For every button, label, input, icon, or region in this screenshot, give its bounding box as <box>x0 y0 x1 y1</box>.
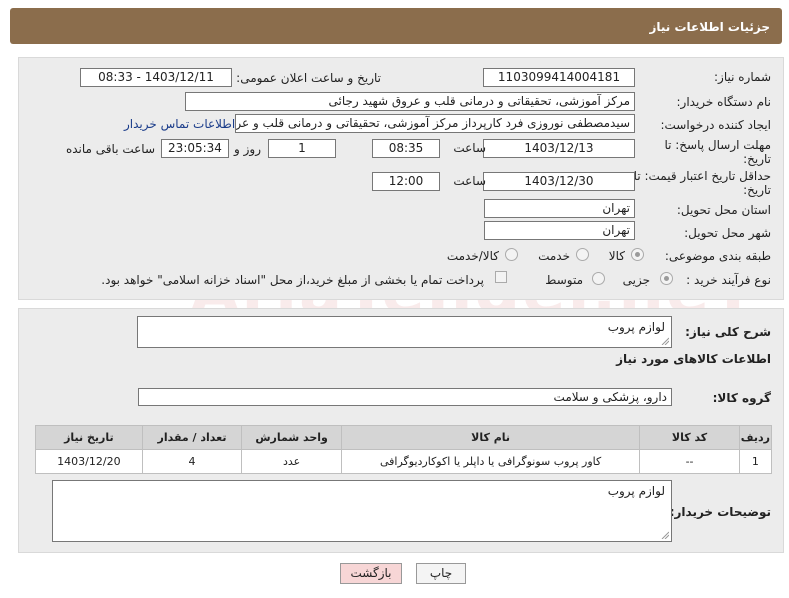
days-label: روز و <box>234 142 261 156</box>
province-label: استان محل تحویل: <box>676 203 771 217</box>
buyer-org-field: مرکز آموزشی، تحقیقاتی و درمانی قلب و عرو… <box>185 92 635 111</box>
category-service-radio[interactable] <box>576 248 589 261</box>
resize-handle-icon[interactable] <box>661 531 669 539</box>
price-date-field: 1403/12/30 <box>483 172 635 191</box>
buyer-notes-text: لوازم پروب <box>607 484 665 498</box>
announce-datetime-label: تاریخ و ساعت اعلان عمومی: <box>236 71 381 85</box>
price-validity-label: حداقل تاریخ اعتبار قیمت: تا <box>633 169 771 183</box>
process-type-label: نوع فرآیند خرید : <box>686 273 771 287</box>
category-goods-radio[interactable] <box>631 248 644 261</box>
treasury-payment-note: پرداخت تمام یا بخشی از مبلغ خرید،از محل … <box>101 273 484 287</box>
category-goods-label: کالا <box>608 249 625 263</box>
remaining-time-label: ساعت باقی مانده <box>65 142 155 156</box>
category-label: طبقه بندی موضوعی: <box>664 249 771 263</box>
price-time-field: 12:00 <box>372 172 440 191</box>
reply-time-label: ساعت <box>453 141 486 155</box>
cell-unit: عدد <box>241 449 342 474</box>
page-title-bar: جزئیات اطلاعات نیاز <box>10 8 782 44</box>
category-service-label: خدمت <box>538 249 570 263</box>
need-summary-field: لوازم پروب <box>137 316 672 348</box>
table-row: 1 -- کاور پروب سونوگرافی یا داپلر یا اکو… <box>35 449 773 474</box>
col-row-number: ردیف <box>738 425 773 450</box>
goods-group-label: گروه کالا: <box>712 391 771 405</box>
resize-handle-icon[interactable] <box>661 337 669 345</box>
need-summary-text: لوازم پروب <box>607 320 665 334</box>
goods-group-field: دارو، پزشکی و سلامت <box>138 388 672 406</box>
cell-need-date: 1403/12/20 <box>35 449 143 474</box>
col-quantity: تعداد / مقدار <box>141 425 243 450</box>
need-number-label: شماره نیاز: <box>714 70 771 84</box>
page-title: جزئیات اطلاعات نیاز <box>649 20 770 34</box>
reply-date-field: 1403/12/13 <box>483 139 635 158</box>
remaining-time-field: 23:05:34 <box>161 139 229 158</box>
cell-quantity: 4 <box>141 449 243 474</box>
reply-deadline-label: مهلت ارسال پاسخ: تا <box>664 138 771 152</box>
treasury-payment-checkbox[interactable] <box>495 271 507 283</box>
days-field: 1 <box>268 139 336 158</box>
category-goods-service-label: کالا/خدمت <box>446 249 499 263</box>
price-validity-date-word: تاریخ: <box>743 183 771 197</box>
col-unit: واحد شمارش <box>241 425 342 450</box>
items-table-header: ردیف کد کالا نام کالا واحد شمارش تعداد /… <box>35 425 773 450</box>
process-medium-label: متوسط <box>545 273 583 287</box>
back-button[interactable]: بازگشت <box>340 563 402 584</box>
buyer-contact-link[interactable]: اطلاعات تماس خریدار <box>124 117 235 131</box>
buyer-notes-field: لوازم پروب <box>52 480 672 542</box>
process-minor-radio[interactable] <box>660 272 673 285</box>
col-need-date: تاریخ نیاز <box>35 425 143 450</box>
creator-label: ایجاد کننده درخواست: <box>660 118 771 132</box>
city-label: شهر محل تحویل: <box>684 226 771 240</box>
announce-datetime-field: 1403/12/11 - 08:33 <box>80 68 232 87</box>
items-heading: اطلاعات کالاهای مورد نیاز <box>616 352 771 366</box>
creator-field: سیدمصطفی نوروزی فرد کارپرداز مرکز آموزشی… <box>235 114 635 133</box>
print-button[interactable]: چاپ <box>416 563 466 584</box>
reply-time-field: 08:35 <box>372 139 440 158</box>
need-summary-label: شرح کلی نیاز: <box>685 325 771 339</box>
cell-goods-code: -- <box>639 449 740 474</box>
category-goods-service-radio[interactable] <box>505 248 518 261</box>
col-goods-name: نام کالا <box>340 425 641 450</box>
buyer-notes-label: توضیحات خریدار: <box>669 505 771 519</box>
reply-deadline-date-word: تاریخ: <box>743 152 771 166</box>
items-table: ردیف کد کالا نام کالا واحد شمارش تعداد /… <box>35 425 773 474</box>
cell-row-number: 1 <box>738 449 773 474</box>
process-medium-radio[interactable] <box>592 272 605 285</box>
cell-goods-name: کاور پروب سونوگرافی یا داپلر یا اکوکاردی… <box>340 449 641 474</box>
price-time-label: ساعت <box>453 174 486 188</box>
need-number-field: 1103099414004181 <box>483 68 635 87</box>
process-minor-label: جزیی <box>622 273 650 287</box>
buyer-org-label: نام دستگاه خریدار: <box>676 95 772 109</box>
province-field: تهران <box>484 199 635 218</box>
city-field: تهران <box>484 221 635 240</box>
col-goods-code: کد کالا <box>639 425 740 450</box>
